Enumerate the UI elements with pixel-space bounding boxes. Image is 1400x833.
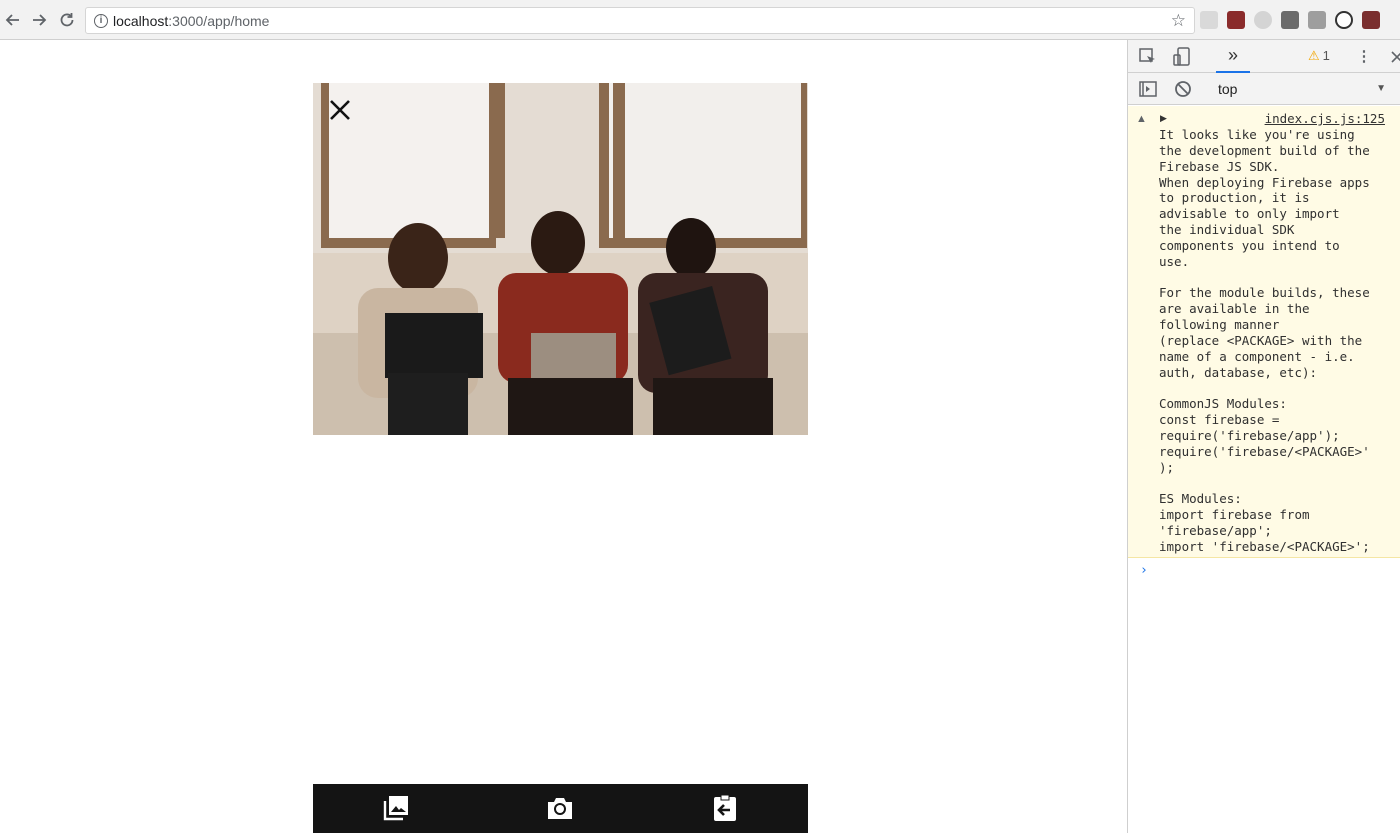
message-line: import 'firebase/<PACKAGE>'; <box>1159 538 1370 554</box>
caret-down-icon: ▼ <box>1376 83 1386 94</box>
message-line: following manner <box>1159 317 1280 333</box>
reload-icon[interactable] <box>56 9 78 31</box>
message-line: const firebase = <box>1159 412 1280 428</box>
message-line: are available in the <box>1159 301 1310 317</box>
message-line: When deploying Firebase apps <box>1159 174 1370 190</box>
warning-counter[interactable]: ⚠ 1 <box>1308 48 1330 64</box>
photo-library-icon[interactable] <box>381 793 411 823</box>
extension-icon[interactable] <box>1362 11 1380 29</box>
back-arrow-icon[interactable] <box>2 9 24 31</box>
more-tabs-icon[interactable]: » <box>1216 40 1250 73</box>
forward-arrow-icon[interactable] <box>28 9 50 31</box>
extension-icon[interactable] <box>1227 11 1245 29</box>
message-line: advisable to only import <box>1159 206 1340 222</box>
devtools-panel: » ⚠ 1 ⋮ top ▼ ▲ ▶ index.cjs.js:125 It loo… <box>1127 40 1400 833</box>
bottom-action-bar <box>313 784 808 833</box>
message-line: 'firebase/app'; <box>1159 523 1272 539</box>
warning-icon: ⚠ <box>1308 48 1320 63</box>
console-toolbar: top ▼ <box>1128 73 1400 105</box>
message-line <box>1159 476 1399 492</box>
info-icon[interactable]: i <box>94 14 108 28</box>
app-page <box>0 40 1127 833</box>
message-line: require('firebase/<PACKAGE>' <box>1159 443 1370 459</box>
bookmark-star-icon[interactable]: ☆ <box>1171 11 1186 31</box>
message-line: use. <box>1159 253 1190 269</box>
show-sidebar-icon[interactable] <box>1138 79 1158 99</box>
message-line: the development build of the <box>1159 142 1370 158</box>
message-text: It looks like you're using the developmen… <box>1159 127 1399 555</box>
console-prompt-icon[interactable]: › <box>1140 563 1148 578</box>
extension-icon[interactable] <box>1200 11 1218 29</box>
message-line: CommonJS Modules: <box>1159 396 1287 412</box>
message-source-link[interactable]: index.cjs.js:125 <box>1265 111 1385 126</box>
message-line: the individual SDK <box>1159 222 1295 238</box>
message-line: require('firebase/app'); <box>1159 428 1340 444</box>
devtools-toolbar: » ⚠ 1 ⋮ <box>1128 40 1400 73</box>
warning-icon: ▲ <box>1136 113 1147 125</box>
preview-photo <box>313 83 808 435</box>
close-icon[interactable] <box>327 97 353 123</box>
extension-icon[interactable] <box>1254 11 1272 29</box>
kebab-menu-icon[interactable]: ⋮ <box>1354 47 1374 67</box>
context-value: top <box>1218 81 1238 97</box>
expand-triangle-icon[interactable]: ▶ <box>1160 113 1167 124</box>
message-line: (replace <PACKAGE> with the <box>1159 332 1363 348</box>
clear-console-icon[interactable] <box>1173 79 1193 99</box>
message-line: components you intend to <box>1159 237 1340 253</box>
device-toolbar-icon[interactable] <box>1172 47 1192 67</box>
address-bar[interactable]: i localhost:3000/app/home ☆ <box>85 7 1195 34</box>
close-devtools-icon[interactable] <box>1386 47 1400 67</box>
extension-icon[interactable] <box>1281 11 1299 29</box>
message-line: ES Modules: <box>1159 491 1242 507</box>
message-line: For the module builds, these <box>1159 285 1370 301</box>
url-text: localhost:3000/app/home <box>113 13 270 29</box>
info-extension-icon[interactable] <box>1335 11 1353 29</box>
message-line <box>1159 270 1399 286</box>
message-line: ); <box>1159 459 1175 475</box>
context-selector[interactable]: top ▼ <box>1210 78 1390 100</box>
message-line: auth, database, etc): <box>1159 364 1318 380</box>
browser-toolbar: i localhost:3000/app/home ☆ <box>0 0 1400 40</box>
exit-to-back-icon[interactable] <box>710 793 740 823</box>
message-line: Firebase JS SDK. <box>1159 158 1280 174</box>
camera-icon[interactable] <box>545 793 575 823</box>
console-warning-message: ▲ ▶ index.cjs.js:125 It looks like you'r… <box>1128 106 1400 558</box>
message-line: to production, it is <box>1159 190 1310 206</box>
message-line: import firebase from <box>1159 507 1310 523</box>
message-line: It looks like you're using <box>1159 127 1355 142</box>
camera-extension-icon[interactable] <box>1308 11 1326 29</box>
message-line <box>1159 381 1399 397</box>
extension-icons <box>1200 10 1380 30</box>
inspect-element-icon[interactable] <box>1138 47 1158 67</box>
message-line: name of a component - i.e. <box>1159 348 1355 364</box>
